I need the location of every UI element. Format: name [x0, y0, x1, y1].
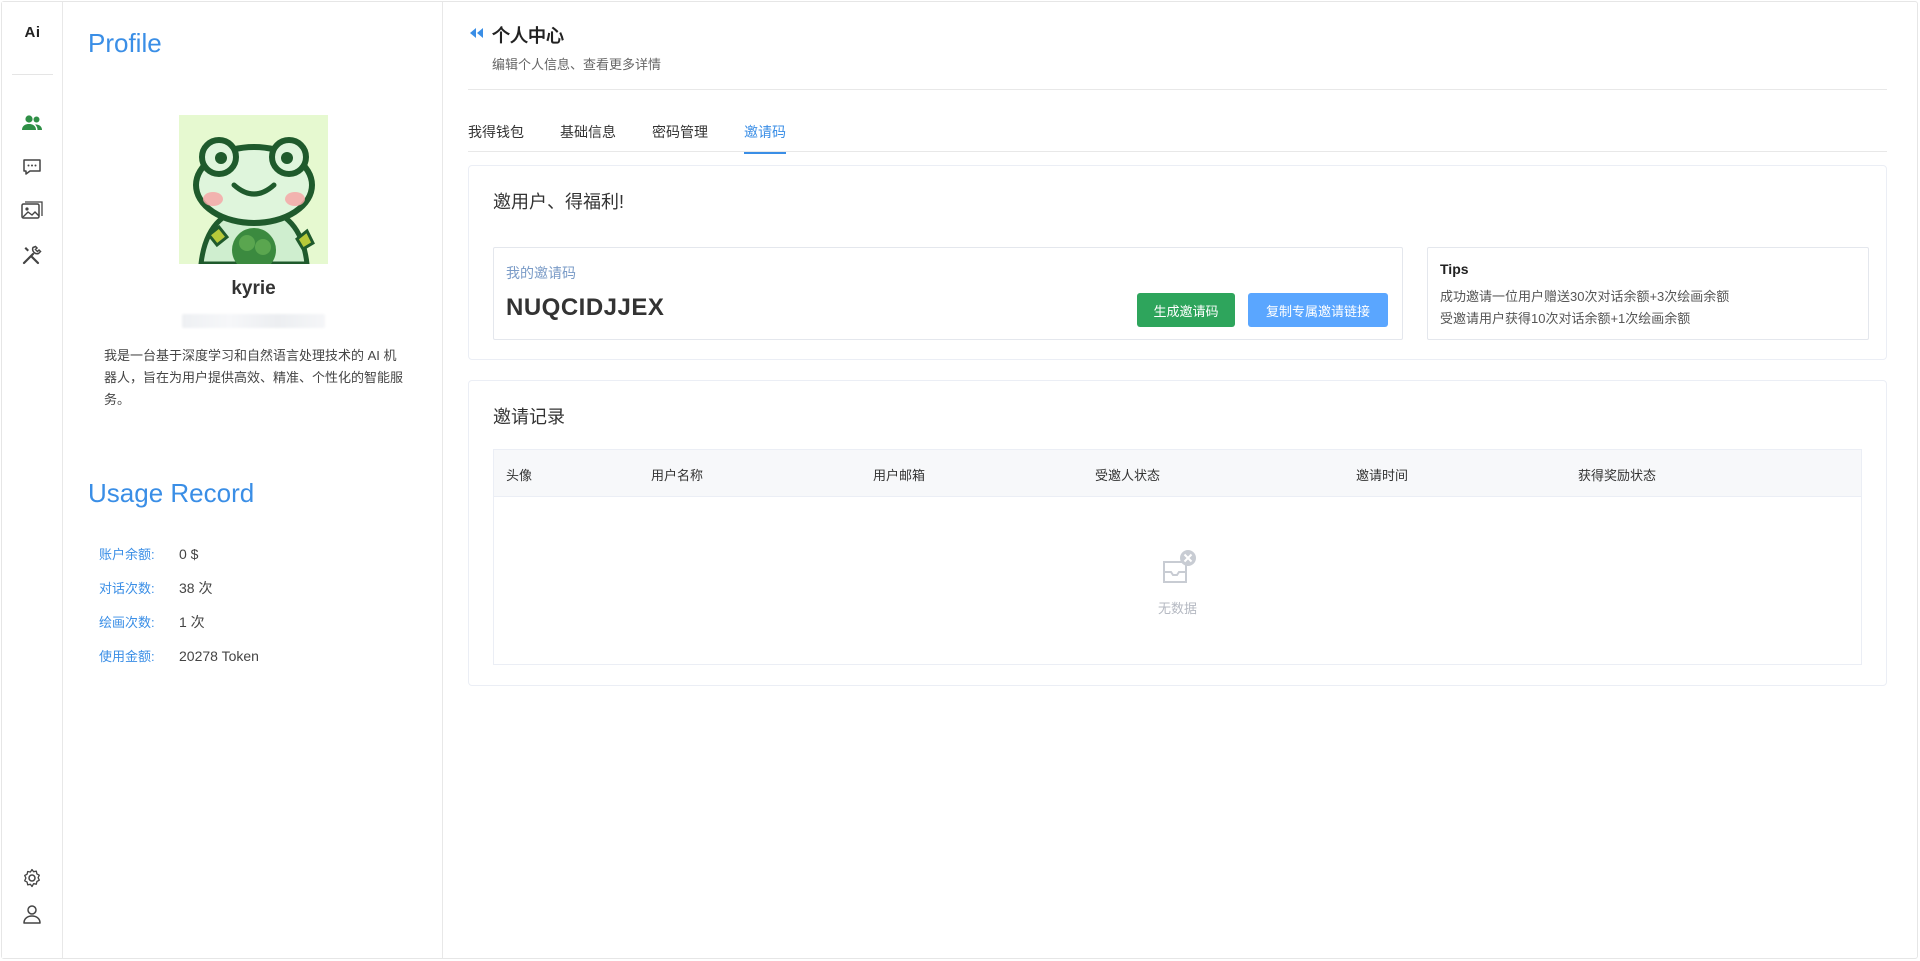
empty-inbox-icon	[1162, 550, 1196, 583]
avatar[interactable]	[179, 115, 328, 264]
column-header: 头像	[506, 468, 533, 483]
chat-icon[interactable]	[20, 155, 44, 179]
header-divider	[468, 89, 1887, 90]
usage-label: 绘画次数:	[99, 615, 155, 630]
invite-code-label: 我的邀请码	[506, 265, 576, 281]
usage-row-chats: 对话次数: 38 次	[99, 578, 212, 598]
page-subtitle: 编辑个人信息、查看更多详情	[492, 57, 662, 72]
rail-divider	[12, 74, 53, 75]
back-arrows-icon[interactable]	[468, 26, 484, 38]
usage-heading: Usage Record	[88, 478, 255, 508]
settings-icon[interactable]	[20, 866, 44, 890]
usage-value: 0 $	[179, 546, 199, 562]
tips-line: 受邀请用户获得10次对话余额+1次绘画余额	[1440, 311, 1691, 326]
main-content: 个人中心 编辑个人信息、查看更多详情 我得钱包 基础信息 密码管理 邀请码 邀用…	[444, 2, 1917, 958]
column-header: 用户名称	[651, 468, 704, 483]
records-table: 头像 用户名称 用户邮箱 受邀人状态 邀请时间 获得奖励状态 无数据	[493, 449, 1862, 665]
table-header: 头像 用户名称 用户邮箱 受邀人状态 邀请时间 获得奖励状态	[494, 450, 1861, 497]
app-logo: Ai	[24, 24, 41, 41]
empty-text: 无数据	[1157, 601, 1197, 616]
app-window: Ai Profile kyrie 我是一台基于深度学习和自然语言处理技术的 AI…	[1, 1, 1918, 959]
tips-line: 成功邀请一位用户赠送30次对话余额+3次绘画余额	[1440, 289, 1730, 304]
empty-state	[494, 548, 1861, 593]
usage-row-spent: 使用金额: 20278 Token	[99, 646, 259, 665]
users-icon[interactable]	[20, 111, 44, 135]
tools-icon[interactable]	[20, 243, 44, 267]
tips-box: Tips 成功邀请一位用户赠送30次对话余额+3次绘画余额 受邀请用户获得10次…	[1427, 247, 1869, 340]
usage-label: 对话次数:	[99, 581, 155, 596]
email-obscured	[182, 314, 325, 328]
tab-basic-info[interactable]: 基础信息	[560, 122, 616, 152]
invite-code-box: 我的邀请码 NUQCIDJJEX 生成邀请码 复制专属邀请链接	[493, 247, 1403, 340]
invite-card-title: 邀用户、得福利!	[493, 192, 625, 212]
page-title: 个人中心	[492, 26, 564, 46]
profile-heading: Profile	[88, 28, 162, 58]
column-header: 获得奖励状态	[1578, 468, 1657, 483]
usage-row-drawings: 绘画次数: 1 次	[99, 612, 205, 632]
usage-value: 20278 Token	[179, 648, 259, 664]
user-icon[interactable]	[20, 902, 44, 926]
column-header: 用户邮箱	[873, 468, 926, 483]
column-header: 邀请时间	[1356, 468, 1409, 483]
profile-panel: Profile kyrie 我是一台基于深度学习和自然语言处理技术的 AI 机器…	[64, 2, 443, 958]
tab-password[interactable]: 密码管理	[652, 122, 708, 152]
usage-label: 账户余额:	[99, 547, 155, 562]
bio-text: 我是一台基于深度学习和自然语言处理技术的 AI 机器人，旨在为用户提供高效、精准…	[104, 348, 404, 407]
usage-value: 38 次	[179, 580, 213, 596]
username: kyrie	[231, 278, 276, 299]
usage-value: 1 次	[179, 614, 205, 630]
tab-bar: 我得钱包 基础信息 密码管理 邀请码	[468, 112, 1887, 154]
invite-card: 邀用户、得福利! 我的邀请码 NUQCIDJJEX 生成邀请码 复制专属邀请链接…	[468, 165, 1887, 360]
usage-label: 使用金额:	[99, 649, 155, 664]
tips-title: Tips	[1440, 261, 1469, 277]
image-icon[interactable]	[20, 199, 44, 223]
usage-row-balance: 账户余额: 0 $	[99, 544, 198, 563]
records-card: 邀请记录 头像 用户名称 用户邮箱 受邀人状态 邀请时间 获得奖励状态 无数据	[468, 380, 1887, 686]
invite-code-value: NUQCIDJJEX	[506, 294, 665, 321]
records-title: 邀请记录	[493, 407, 565, 427]
tab-wallet[interactable]: 我得钱包	[468, 122, 524, 152]
tab-invite-code[interactable]: 邀请码	[744, 122, 786, 154]
column-header: 受邀人状态	[1095, 468, 1161, 483]
generate-code-button[interactable]: 生成邀请码	[1137, 293, 1235, 327]
copy-invite-link-button[interactable]: 复制专属邀请链接	[1248, 293, 1388, 327]
icon-rail: Ai	[2, 2, 63, 958]
